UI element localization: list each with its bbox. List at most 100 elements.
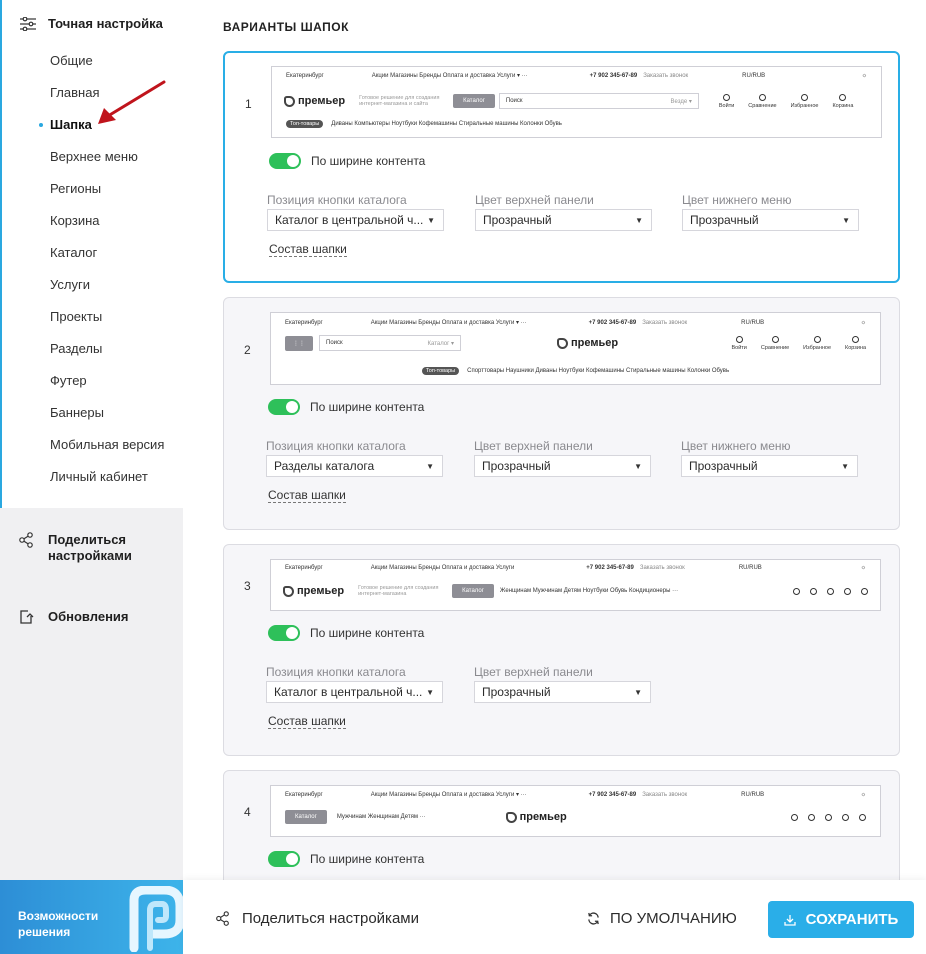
variant-number: 3 [244, 579, 251, 593]
catalog-position-select[interactable]: Разделы каталога ▼ [266, 455, 443, 477]
preview-menu: Мужчинам Женщинам Детям ··· [336, 814, 426, 820]
sidebar-item-footer[interactable]: Футер [50, 372, 164, 404]
dropdown-arrow-icon: ▼ [841, 461, 849, 471]
sidebar-head-label: Точная настройка [48, 16, 163, 31]
preview-tag: Топ-товары [286, 120, 324, 128]
full-width-toggle[interactable] [268, 851, 300, 867]
toggle-label: По ширине контента [311, 154, 426, 168]
sidebar-head-fine-tuning[interactable]: Точная настройка [20, 16, 163, 31]
preview-logo: премьер [505, 811, 567, 823]
red-arrow-annotation [98, 80, 166, 124]
compose-header-link[interactable]: Состав шапки [268, 488, 346, 503]
sidebar-item-top-menu[interactable]: Верхнее меню [50, 148, 164, 180]
refresh-doc-icon [20, 610, 34, 624]
top-panel-color-select[interactable]: Прозрачный ▼ [474, 681, 651, 703]
preview-catalog-button: Каталог [452, 584, 494, 598]
preview-callback: Заказать звонок [643, 72, 689, 79]
full-width-toggle-row: По ширине контента [269, 153, 425, 169]
sidebar-item-sections[interactable]: Разделы [50, 340, 164, 372]
premier-logo-icon [129, 886, 183, 952]
sidebar-item-regions[interactable]: Регионы [50, 180, 164, 212]
sidebar-item-services[interactable]: Услуги [50, 276, 164, 308]
dropdown-arrow-icon: ▼ [634, 687, 642, 697]
full-width-toggle-row: По ширине контента [268, 625, 424, 641]
sidebar-share-label: Поделиться настройками [48, 532, 132, 563]
dropdown-arrow-icon: ▼ [842, 215, 850, 225]
sidebar: Точная настройка Общие Главная Шапка Вер… [0, 0, 183, 954]
share-settings-label: Поделиться настройками [242, 910, 419, 927]
sun-icon: ☼ [860, 791, 867, 798]
preview-logo: премьер [557, 337, 618, 349]
dropdown-arrow-icon: ▼ [426, 687, 434, 697]
compose-header-link[interactable]: Состав шапки [269, 242, 347, 257]
bottom-menu-color-field: Цвет нижнего меню Прозрачный ▼ [682, 193, 859, 231]
header-variant-card-2[interactable]: 2 Екатеринбург Акции Магазины Бренды Опл… [223, 297, 900, 530]
sidebar-item-account[interactable]: Личный кабинет [50, 468, 164, 500]
toggle-label: По ширине контента [310, 626, 425, 640]
sidebar-item-projects[interactable]: Проекты [50, 308, 164, 340]
preview-tagline: Готовое решение для создания интернет-ма… [359, 95, 440, 107]
catalog-position-field: Позиция кнопки каталога Каталог в центра… [266, 665, 443, 703]
main-content: ВАРИАНТЫ ШАПОК 1 Екатеринбург Акции Мага… [183, 0, 926, 880]
sidebar-updates[interactable]: Обновления [18, 609, 129, 625]
field-label: Цвет верхней панели [474, 439, 593, 453]
top-panel-color-select[interactable]: Прозрачный ▼ [475, 209, 652, 231]
preview-catalog-button: Каталог [453, 94, 495, 108]
promo-banner[interactable]: Возможности решения [0, 880, 183, 954]
sidebar-item-cart[interactable]: Корзина [50, 212, 164, 244]
header-variant-card-1[interactable]: 1 Екатеринбург Акции Магазины Бренды Опл… [223, 51, 900, 283]
search-icon [791, 813, 798, 821]
top-panel-color-select[interactable]: Прозрачный ▼ [474, 455, 651, 477]
compose-header-link[interactable]: Состав шапки [268, 714, 346, 729]
preview-phone: +7 902 345-67-89 [586, 565, 634, 571]
full-width-toggle-row: По ширине контента [268, 399, 424, 415]
promo-label: Возможности решения [18, 909, 99, 939]
heart-icon [842, 813, 849, 821]
preview-topnav: Акции Магазины Бренды Оплата и доставка … [370, 565, 515, 571]
sliders-icon [20, 16, 36, 31]
reset-default-button[interactable]: ПО УМОЛЧАНИЮ [587, 910, 737, 927]
full-width-toggle[interactable] [269, 153, 301, 169]
preview-city: Екатеринбург [285, 565, 323, 571]
preview-callback: Заказать звонок [642, 791, 688, 798]
preview-currency: RU/RUB [738, 565, 762, 571]
header-variant-card-3[interactable]: 3 Екатеринбург Акции Магазины Бренды Опл… [223, 544, 900, 756]
bottom-menu-color-field: Цвет нижнего меню Прозрачный ▼ [681, 439, 858, 477]
preview-menu: Женщинам Мужчинам Детям Ноутбуки Обувь К… [499, 588, 679, 594]
preview-fav-icon: Избранное [791, 93, 818, 109]
sidebar-item-banners[interactable]: Баннеры [50, 404, 164, 436]
share-settings-button[interactable]: Поделиться настройками [215, 910, 419, 927]
preview-compare-icon: Сравнение [761, 335, 789, 351]
field-label: Позиция кнопки каталога [267, 193, 407, 207]
catalog-position-select[interactable]: Каталог в центральной ч... ▼ [266, 681, 443, 703]
preview-currency: RU/RUB [741, 319, 765, 326]
sidebar-item-mobile[interactable]: Мобильная версия [50, 436, 164, 468]
header-preview-1: Екатеринбург Акции Магазины Бренды Оплат… [271, 66, 882, 138]
variant-number: 1 [245, 97, 252, 111]
field-label: Цвет верхней панели [475, 193, 594, 207]
header-variant-card-4[interactable]: 4 Екатеринбург Акции Магазины Бренды Опл… [223, 770, 900, 880]
user-icon [810, 587, 817, 595]
preview-callback: Заказать звонок [642, 319, 688, 326]
save-button[interactable]: СОХРАНИТЬ [768, 901, 914, 938]
full-width-toggle[interactable] [268, 625, 300, 641]
preview-menu: Спорттовары Наушники Диваны Ноутбуки Коф… [467, 368, 730, 374]
variant-number: 2 [244, 343, 251, 357]
logo-mark-icon [283, 585, 294, 597]
catalog-position-select[interactable]: Каталог в центральной ч... ▼ [267, 209, 444, 231]
top-panel-color-field: Цвет верхней панели Прозрачный ▼ [475, 193, 652, 231]
field-label: Позиция кнопки каталога [266, 665, 406, 679]
bottom-menu-color-select[interactable]: Прозрачный ▼ [682, 209, 859, 231]
toggle-label: По ширине контента [310, 852, 425, 866]
preview-login-icon: Войти [731, 335, 747, 351]
sidebar-settings-panel: Точная настройка Общие Главная Шапка Вер… [0, 0, 183, 508]
sidebar-item-catalog[interactable]: Каталог [50, 244, 164, 276]
sun-icon: ☼ [860, 319, 867, 326]
full-width-toggle[interactable] [268, 399, 300, 415]
bottom-menu-color-select[interactable]: Прозрачный ▼ [681, 455, 858, 477]
preview-compare-icon: Сравнение [748, 93, 777, 109]
sidebar-share-settings[interactable]: Поделиться настройками [18, 532, 148, 564]
dropdown-arrow-icon: ▼ [635, 215, 643, 225]
bottom-action-bar: Поделиться настройками ПО УМОЛЧАНИЮ СОХР… [183, 880, 926, 954]
cart-icon [859, 813, 866, 821]
